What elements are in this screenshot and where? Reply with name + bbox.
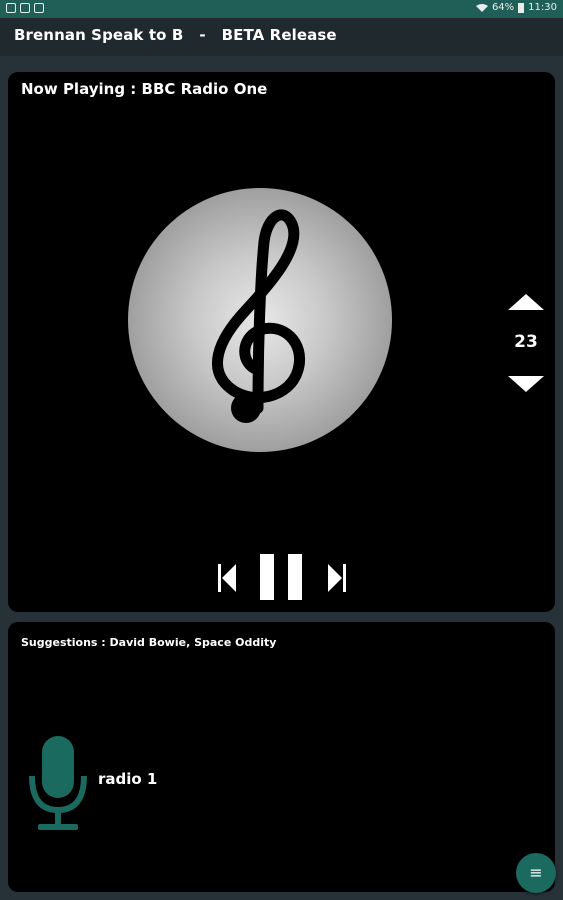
battery-icon	[518, 2, 525, 13]
wifi-icon	[475, 3, 488, 12]
player-card: Now Playing : BBC Radio One 23	[8, 72, 555, 612]
menu-button[interactable]: ≡	[516, 853, 556, 893]
previous-icon[interactable]	[218, 564, 236, 592]
status-indicators: 64% 11:30	[475, 2, 557, 13]
playback-controls	[218, 552, 358, 602]
microphone-icon[interactable]	[28, 736, 88, 832]
voice-query-text: radio 1	[98, 770, 158, 788]
menu-icon: ≡	[529, 863, 543, 882]
gallery-icon	[34, 3, 44, 13]
pause-icon[interactable]	[260, 554, 302, 600]
battery-percent: 64%	[491, 2, 515, 13]
status-bar: 64% 11:30	[0, 0, 563, 18]
treble-clef-icon	[212, 209, 305, 423]
notification-icons	[6, 3, 44, 13]
volume-up-icon[interactable]	[508, 294, 544, 310]
volume-value: 23	[514, 332, 538, 352]
next-icon[interactable]	[328, 564, 346, 592]
app-title: Brennan Speak to B - BETA Release	[14, 26, 337, 44]
app-bar: Brennan Speak to B - BETA Release	[0, 18, 563, 56]
clock: 11:30	[528, 2, 557, 13]
now-playing-label: Now Playing : BBC Radio One	[21, 80, 268, 98]
suggestions-label: Suggestions : David Bowie, Space Oddity	[21, 636, 277, 649]
image-icon	[20, 3, 30, 13]
volume-down-icon[interactable]	[508, 376, 544, 392]
suggestions-card: Suggestions : David Bowie, Space Oddity …	[8, 622, 555, 892]
volume-control: 23	[500, 294, 550, 404]
notification-icon	[6, 3, 16, 13]
artwork-disc	[128, 188, 392, 452]
